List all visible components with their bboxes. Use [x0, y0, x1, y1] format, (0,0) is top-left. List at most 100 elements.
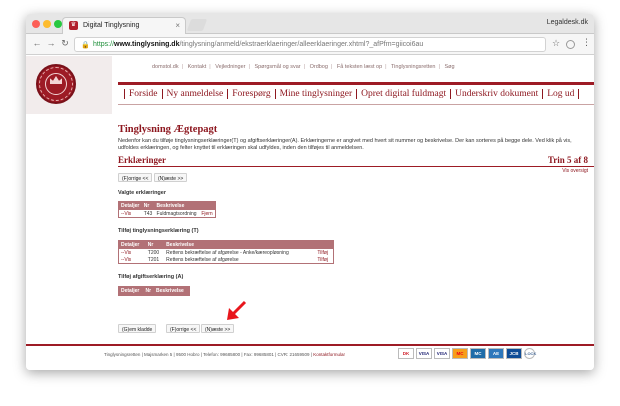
previous-button-top[interactable]: (F)orrige <<: [118, 173, 153, 182]
contact-form-link[interactable]: Kontaktformular: [313, 352, 345, 357]
footer-fax: Fax: 99685801: [243, 352, 274, 357]
url-path: /tinglysning/anmeld/ekstraerklaeringer/a…: [179, 41, 424, 48]
browser-window: ♛ Digital Tinglysning × Legaldesk.dk ← →…: [26, 14, 594, 370]
col-action: [315, 240, 334, 249]
url-host: www.tinglysning.dk: [114, 41, 180, 48]
nav-ny-anmeldelse[interactable]: Ny anmeldelse: [161, 89, 228, 99]
col-beskrivelse[interactable]: Beskrivelse: [154, 286, 190, 296]
footer-org: Tinglysningsretten: [104, 352, 141, 357]
nav-forespoerg[interactable]: Forespørg: [227, 89, 275, 99]
crown-favicon-icon: ♛: [69, 21, 78, 30]
page-content: domstol.dk | Kontakt | Vejledninger | Spørg…: [26, 56, 594, 370]
save-draft-button[interactable]: (G)em kladde: [118, 324, 157, 333]
section-divider: [118, 166, 594, 167]
afgift-heading: Tilføj afgiftserklæring (A): [118, 274, 184, 280]
url-scheme: https://: [93, 41, 115, 48]
page-title: Tinglysning Ægtepagt: [118, 124, 218, 135]
toplink-tinglysningsretten[interactable]: Tinglysningsretten: [391, 64, 435, 70]
address-bar[interactable]: 🔒 https://www.tinglysning.dk/tinglysning…: [74, 37, 546, 52]
toplink-vejledninger[interactable]: Vejledninger: [215, 64, 245, 70]
forward-icon[interactable]: →: [46, 38, 56, 48]
nav-divider: [118, 104, 594, 105]
footer: Tinglysningsretten | Majsmarken 5 | 9500…: [104, 352, 345, 357]
tinglysning-table: Detaljer Nr Beskrivelse --Vis T200 Rette…: [118, 240, 334, 264]
show-details-link[interactable]: --Vis: [119, 256, 146, 264]
show-details-link[interactable]: --Vis: [119, 210, 142, 218]
maximize-window-icon[interactable]: [54, 20, 62, 28]
view-overview-link[interactable]: Vis oversigt: [562, 168, 588, 174]
browser-tab[interactable]: ♛ Digital Tinglysning ×: [62, 17, 186, 34]
toplink-search[interactable]: Søg: [444, 64, 454, 70]
tab-close-icon[interactable]: ×: [175, 21, 180, 30]
show-details-link[interactable]: --Vis: [119, 249, 146, 256]
next-button-top[interactable]: (N)æste >>: [154, 173, 188, 182]
footer-city: 9500 Hobro: [175, 352, 200, 357]
nav-log-ud[interactable]: Log ud: [542, 89, 580, 99]
toplink-read-aloud[interactable]: Få teksten læst op: [337, 64, 382, 70]
domstol-logo[interactable]: [36, 64, 76, 104]
footer-address: Majsmarken 5: [144, 352, 173, 357]
row-description: Rettens bekræftelse af afgørelse - Anke/…: [166, 249, 289, 256]
footer-divider: [26, 344, 594, 346]
col-beskrivelse[interactable]: Beskrivelse: [164, 240, 316, 249]
previous-button[interactable]: (F)orrige <<: [166, 324, 201, 333]
visa-icon: VISA: [416, 348, 432, 359]
minimize-window-icon[interactable]: [43, 20, 51, 28]
chosen-table: Detaljer Nr Beskrivelse --Vis T43 Fuldma…: [118, 201, 216, 218]
table-header: Detaljer Nr Beskrivelse: [118, 201, 216, 210]
browser-menu-icon[interactable]: ⋮: [582, 37, 591, 48]
toplink-kontakt[interactable]: Kontakt: [188, 64, 207, 70]
nav-underskriv[interactable]: Underskriv dokument: [450, 89, 543, 99]
extension-icon[interactable]: [566, 40, 575, 49]
row-description: Rettens bekræftelse af afgørelse: [166, 256, 239, 263]
tinglysning-heading: Tilføj tinglysningserklæring (T): [118, 228, 199, 234]
table-row: --Vis T43 Fuldmagtsordning Fjern: [119, 210, 216, 218]
toplink-faq[interactable]: Spørgsmål og svar: [254, 64, 300, 70]
toplink-ordbog[interactable]: Ordbog: [310, 64, 328, 70]
new-tab-button[interactable]: [186, 19, 208, 31]
col-action: [199, 201, 216, 210]
amex-icon: AE: [488, 348, 504, 359]
profile-label[interactable]: Legaldesk.dk: [547, 19, 588, 26]
afgift-table: Detaljer Nr Beskrivelse: [118, 286, 190, 296]
reload-icon[interactable]: ↻: [60, 38, 70, 49]
row-number: T43: [143, 210, 153, 217]
remove-link[interactable]: Fjern: [199, 210, 215, 218]
add-link[interactable]: Tilføj: [315, 256, 333, 264]
footer-phone: Telefon: 99685800: [203, 352, 241, 357]
red-arrow-annotation: [227, 300, 247, 320]
table-row: --Vis T201 Rettens bekræftelse af afgøre…: [119, 256, 334, 264]
lock-icon: 🔒: [81, 42, 90, 49]
col-nr[interactable]: Nr: [143, 286, 155, 296]
step-indicator: Trin 5 af 8: [547, 155, 588, 165]
nav-opret-fuldmagt[interactable]: Opret digital fuldmagt: [356, 89, 451, 99]
col-detaljer[interactable]: Detaljer: [118, 286, 144, 296]
maestro-icon: MC: [470, 348, 486, 359]
main-navigation: Forside Ny anmeldelse Forespørg Mine tingly…: [124, 89, 580, 99]
table-header: Detaljer Nr Beskrivelse: [118, 240, 334, 249]
add-link[interactable]: Tilføj: [315, 249, 333, 256]
col-nr[interactable]: Nr: [145, 240, 165, 249]
footer-cvr: CVR: 21659509: [277, 352, 310, 357]
chosen-heading: Valgte erklæringer: [118, 190, 166, 196]
next-button[interactable]: (N)æste >>: [201, 324, 235, 333]
nav-mine-tinglysninger[interactable]: Mine tinglysninger: [274, 89, 357, 99]
col-beskrivelse[interactable]: Beskrivelse: [154, 201, 200, 210]
toplink-domstol[interactable]: domstol.dk: [152, 64, 179, 70]
col-nr[interactable]: Nr: [141, 201, 155, 210]
mastercard-icon: MC: [452, 348, 468, 359]
title-bar: ♛ Digital Tinglysning × Legaldesk.dk: [26, 14, 594, 34]
nav-forside[interactable]: Forside: [124, 89, 162, 99]
intro-text: Nedenfor kan du tilføje tinglysningserkl…: [118, 138, 572, 151]
col-detaljer[interactable]: Detaljer: [118, 240, 146, 249]
visa-electron-icon: VISA: [434, 348, 450, 359]
back-icon[interactable]: ←: [32, 38, 42, 48]
jcb-icon: JCB: [506, 348, 522, 359]
row-number: T201: [147, 256, 160, 263]
header-divider: [118, 82, 594, 85]
bookmark-star-icon[interactable]: ☆: [552, 38, 560, 49]
col-detaljer[interactable]: Detaljer: [118, 201, 142, 210]
close-window-icon[interactable]: [32, 20, 40, 28]
tab-title: Digital Tinglysning: [83, 22, 140, 29]
row-number: T200: [147, 249, 160, 256]
